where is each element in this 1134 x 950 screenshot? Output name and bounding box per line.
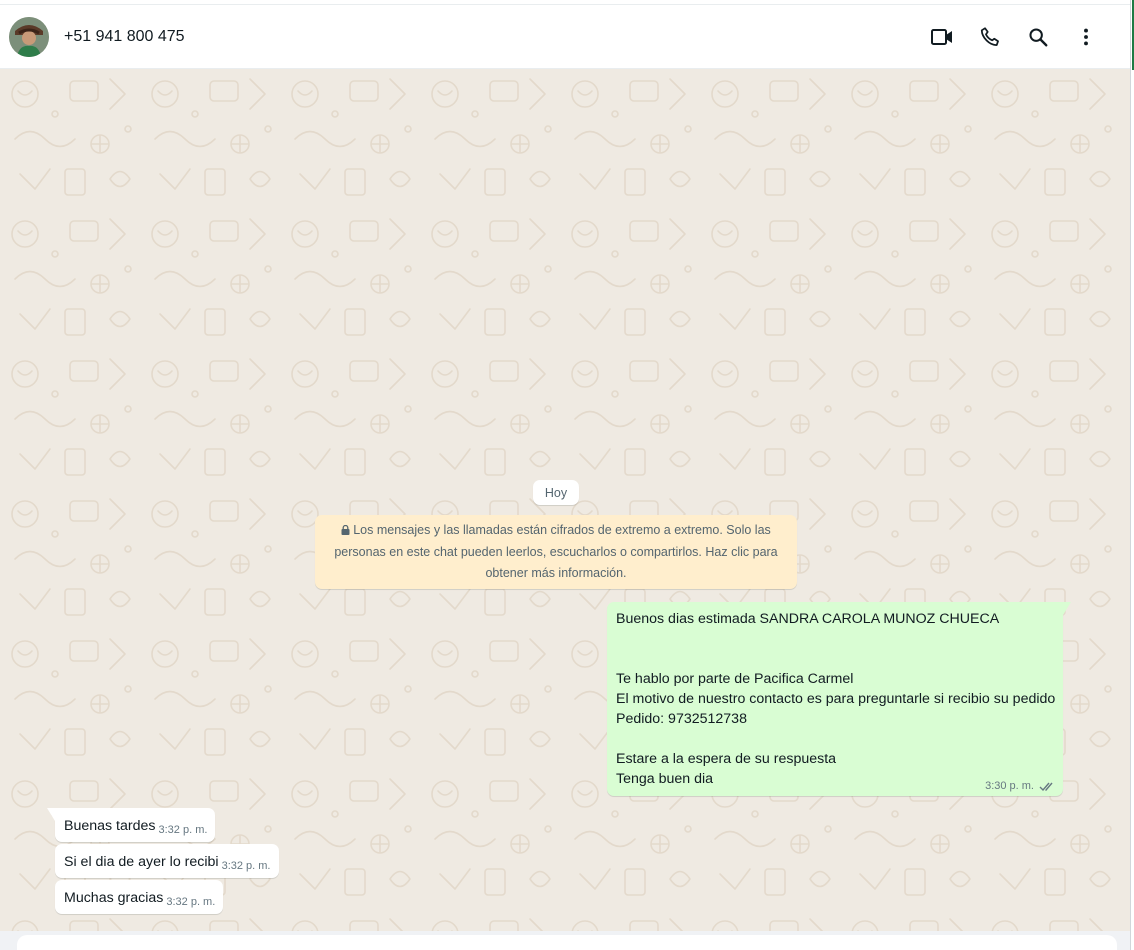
incoming-message[interactable]: Muchas gracias 3:32 p. m. [55,880,224,914]
avatar[interactable] [9,16,49,57]
incoming-message[interactable]: Si el dia de ayer lo recibi 3:32 p. m. [55,844,279,878]
message-text: Buenas tardes [64,818,156,834]
message-time: 3:32 p. m. [221,860,271,872]
message-line: Te hablo por parte de Pacifica Carmel [616,671,854,687]
voice-call-icon[interactable] [966,17,1014,57]
date-divider: Hoy [533,480,579,505]
message-line: Pedido: 9732512738 [616,711,747,727]
message-meta: 3:30 p. m. [985,780,1055,792]
message-line [616,729,1054,749]
message-line: Buenos dias estimada SANDRA CAROLA MUNOZ… [616,611,1000,627]
chat-panel[interactable]: Hoy Los mensajes y las llamadas están ci… [0,69,1130,950]
composer-area [0,931,1130,950]
encryption-notice-text: Los mensajes y las llamadas están cifrad… [334,523,778,580]
message-time: 3:32 p. m. [166,896,216,908]
bubble-tail [47,808,55,821]
message-time: 3:30 p. m. [985,780,1034,792]
double-check-icon [1039,781,1055,792]
video-call-icon[interactable] [918,17,966,57]
message-time: 3:32 p. m. [158,824,208,836]
encryption-notice[interactable]: Los mensajes y las llamadas están cifrad… [315,515,797,589]
message-input[interactable] [17,935,1117,950]
message-line [616,649,1054,669]
chat-header: +51 941 800 475 [0,5,1130,69]
message-line [616,629,1054,649]
message-line: Estare a la espera de su respuesta [616,751,837,767]
header-actions [918,17,1110,57]
search-icon[interactable] [1014,17,1062,57]
bubble-tail [1063,602,1071,615]
lock-icon [341,521,350,542]
window-right-edge [1130,0,1134,950]
message-text: Muchas gracias [64,890,164,906]
message-text: Si el dia de ayer lo recibi [64,854,219,870]
contact-name[interactable]: +51 941 800 475 [64,28,185,46]
outgoing-message[interactable]: Buenos dias estimada SANDRA CAROLA MUNOZ… [607,602,1071,796]
incoming-message[interactable]: Buenas tardes 3:32 p. m. [47,808,216,842]
menu-icon[interactable] [1062,17,1110,57]
message-line: El motivo de nuestro contacto es para pr… [616,691,1056,707]
